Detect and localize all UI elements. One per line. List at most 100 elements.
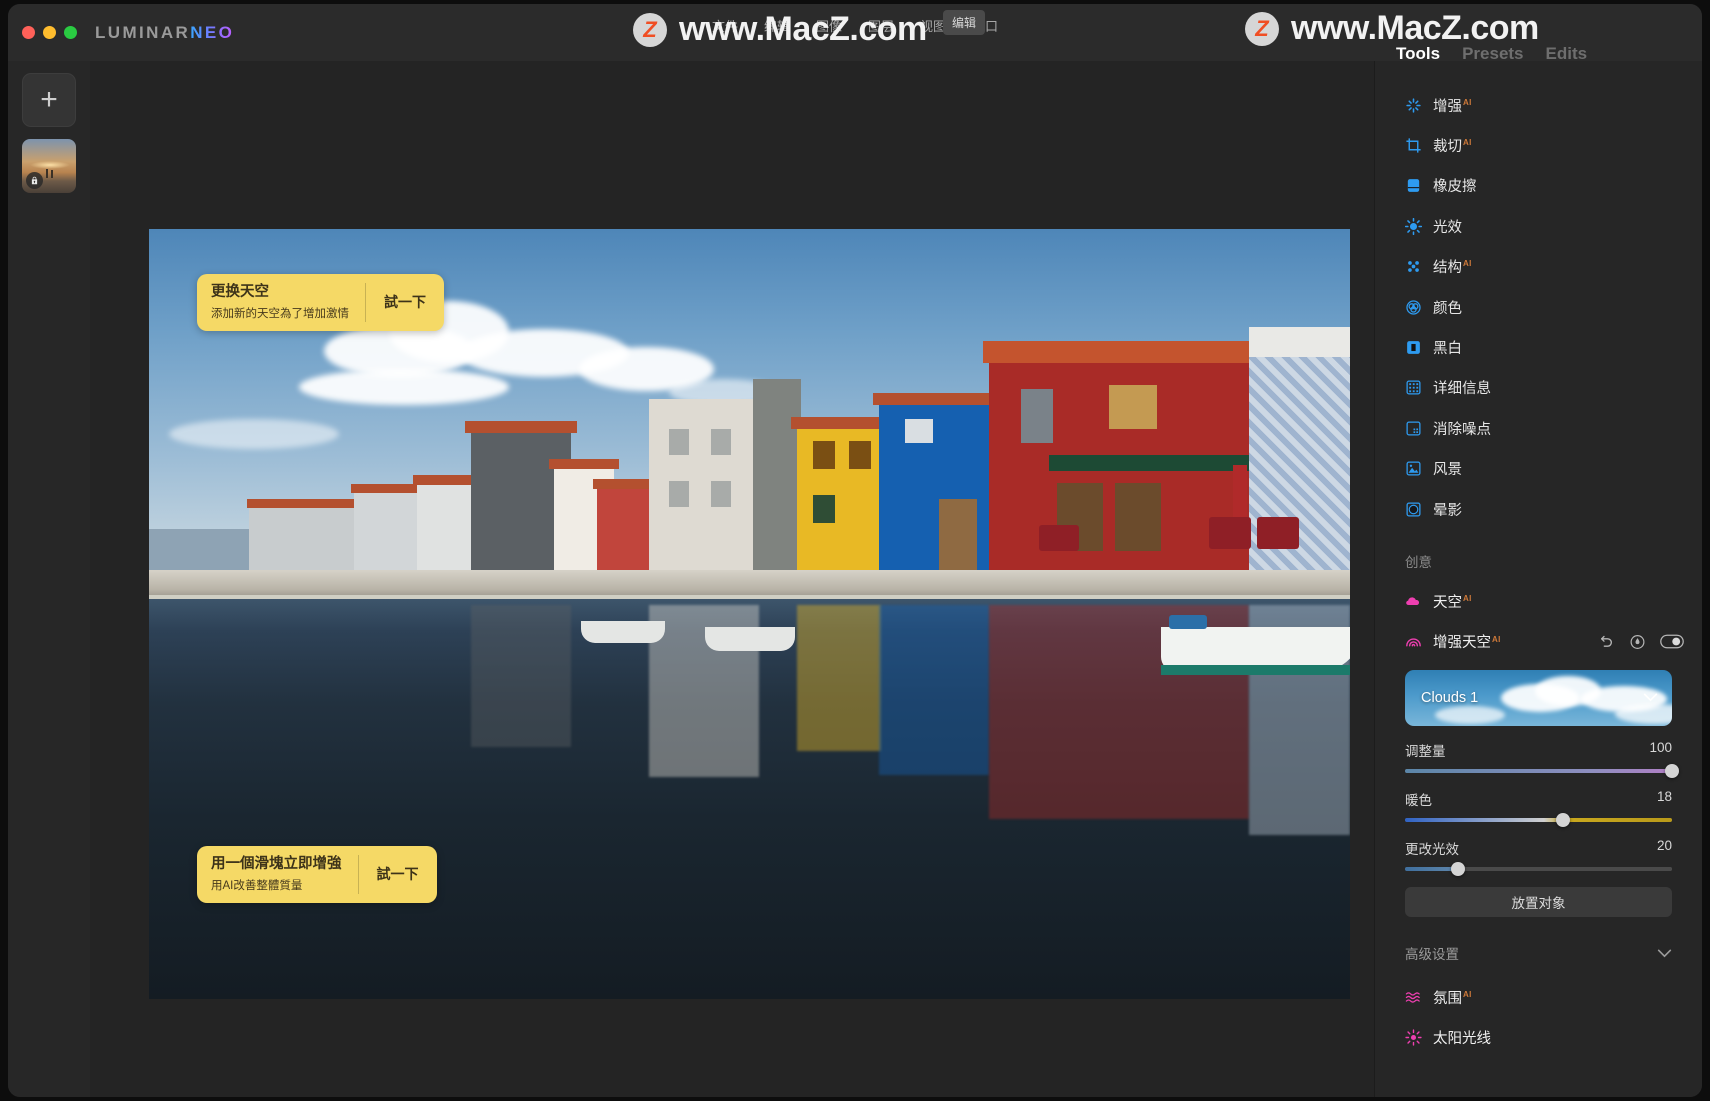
tool-crop[interactable]: 裁切AI: [1375, 125, 1702, 165]
place-object-button[interactable]: 放置对象: [1405, 887, 1672, 918]
building-roof: [983, 341, 1255, 363]
minimize-button[interactable]: [43, 26, 56, 39]
building: [417, 483, 477, 571]
tooltip-card-sky[interactable]: 更换天空 添加新的天空為了增加激情 試一下: [197, 274, 444, 331]
tool-denoise[interactable]: 消除噪点: [1375, 408, 1702, 448]
tool-enhance[interactable]: 增强AI: [1375, 85, 1702, 125]
menu-item-file[interactable]: 文件: [712, 16, 738, 35]
sky-sliders: 调整量 100 暖色 18 更改光效 20: [1405, 740, 1679, 877]
enhance-icon: [1405, 97, 1422, 114]
window: [1021, 389, 1053, 443]
tool-label: 裁切: [1433, 139, 1462, 156]
slider-value: 18: [1656, 789, 1672, 805]
tool-label: 增强: [1433, 98, 1462, 115]
slider-track[interactable]: [1405, 764, 1679, 779]
image-thumbnail[interactable]: [22, 139, 76, 193]
landscape-icon: [1405, 460, 1422, 477]
tool-sky-enhance[interactable]: 增强天空AI: [1375, 622, 1702, 662]
thumbnail-figure: [51, 170, 53, 178]
slider-amount[interactable]: 调整量 100: [1405, 740, 1679, 779]
details-icon: [1405, 379, 1422, 396]
tooltip-title: 用一個滑塊立即增強: [211, 856, 342, 872]
main-area: + 更换天空 添加新的天空為了增加激情 試一下 用一個滑塊立即增強 用AI改善整…: [8, 61, 1702, 1097]
preset-cloud: [1435, 706, 1505, 725]
sky-preset-dropdown[interactable]: Clouds 1: [1405, 670, 1672, 727]
building-roof: [791, 417, 887, 429]
slider-warmth[interactable]: 暖色 18: [1405, 789, 1672, 828]
tool-label: 太阳光线: [1433, 1031, 1491, 1048]
ai-badge: AI: [1463, 138, 1472, 148]
ai-badge: AI: [1463, 594, 1472, 604]
slider-knob[interactable]: [1451, 862, 1466, 877]
structure-icon: [1405, 258, 1422, 275]
toggle-icon[interactable]: [1660, 634, 1684, 649]
photo-canvas[interactable]: 更换天空 添加新的天空為了增加激情 試一下 用一個滑塊立即增強 用AI改善整體質…: [149, 229, 1350, 999]
menu-item-layer[interactable]: 图层: [868, 16, 894, 35]
tooltip-try-button[interactable]: 試一下: [366, 274, 444, 331]
slider-fill: [1405, 769, 1672, 774]
slider-knob[interactable]: [1665, 764, 1679, 779]
tooltip-text: 更换天空 添加新的天空為了增加激情: [197, 274, 365, 331]
tool-label: 结构: [1433, 260, 1462, 277]
slider-value: 20: [1656, 838, 1672, 854]
menu-item-image[interactable]: 图像: [816, 16, 842, 35]
tool-eraser[interactable]: 橡皮擦: [1375, 166, 1702, 206]
building: [753, 379, 801, 571]
window: [849, 441, 871, 469]
blackwhite-icon: [1405, 339, 1422, 356]
chairs: [1257, 517, 1299, 549]
reflection: [471, 605, 571, 747]
creative-section-header: 创意: [1405, 555, 1432, 571]
building-roof: [873, 393, 995, 405]
tool-atmosphere[interactable]: 氛围AI: [1375, 977, 1702, 1017]
slider-label: 调整量: [1405, 744, 1446, 760]
window: [1109, 385, 1157, 429]
sky-icon: [1405, 593, 1422, 610]
cloud-shape: [169, 419, 339, 449]
close-button[interactable]: [22, 26, 35, 39]
tooltip-try-button[interactable]: 試一下: [359, 846, 437, 903]
advanced-settings-row[interactable]: 高级设置: [1405, 943, 1672, 963]
slider-track[interactable]: [1405, 813, 1672, 828]
slider-header: 调整量 100: [1405, 740, 1672, 760]
building-roof: [247, 499, 371, 508]
slider-fill: [1405, 818, 1672, 823]
tool-color[interactable]: 颜色: [1375, 287, 1702, 327]
chevron-down-icon[interactable]: [1657, 946, 1672, 961]
denoise-icon: [1405, 420, 1422, 437]
slider-track[interactable]: [1405, 862, 1672, 877]
maximize-button[interactable]: [64, 26, 77, 39]
app-logo: LUMINAR NEO: [95, 23, 234, 43]
tool-landscape[interactable]: 风景: [1375, 449, 1702, 489]
tool-label: 晕影: [1433, 502, 1462, 519]
tool-label: 详细信息: [1433, 381, 1491, 398]
window: [813, 495, 835, 523]
tool-details[interactable]: 详细信息: [1375, 368, 1702, 408]
tool-sky[interactable]: 天空AI: [1375, 581, 1702, 621]
crop-icon: [1405, 137, 1422, 154]
tool-sunrays[interactable]: 太阳光线: [1375, 1017, 1702, 1057]
add-image-button[interactable]: +: [22, 73, 76, 127]
slider-value: 100: [1649, 740, 1672, 756]
color-icon: [1405, 299, 1422, 316]
tool-light[interactable]: 光效: [1375, 206, 1702, 246]
slider-knob[interactable]: [1555, 813, 1570, 828]
undo-icon[interactable]: [1599, 634, 1615, 650]
tool-vignette[interactable]: 晕影: [1375, 489, 1702, 529]
slider-light[interactable]: 更改光效 20: [1405, 838, 1672, 877]
chevron-down-icon[interactable]: [1643, 689, 1658, 707]
menu-item-edit[interactable]: 编辑: [764, 16, 790, 35]
tool-label: 氛围: [1433, 990, 1462, 1007]
ai-badge: AI: [1492, 634, 1501, 644]
menu-highlight-chip[interactable]: 编辑: [943, 10, 986, 35]
tool-label: 消除噪点: [1433, 421, 1491, 438]
mask-icon[interactable]: [1629, 633, 1646, 650]
tool-row-actions[interactable]: [1599, 633, 1684, 650]
tool-label: 颜色: [1433, 300, 1462, 317]
tool-blackwhite[interactable]: 黑白: [1375, 327, 1702, 367]
slider-header: 暖色 18: [1405, 789, 1672, 809]
tool-label: 风景: [1433, 462, 1462, 479]
window-controls[interactable]: [22, 26, 77, 39]
tooltip-card-enhance[interactable]: 用一個滑塊立即增強 用AI改善整體質量 試一下: [197, 846, 437, 903]
tool-structure[interactable]: 结构AI: [1375, 247, 1702, 287]
